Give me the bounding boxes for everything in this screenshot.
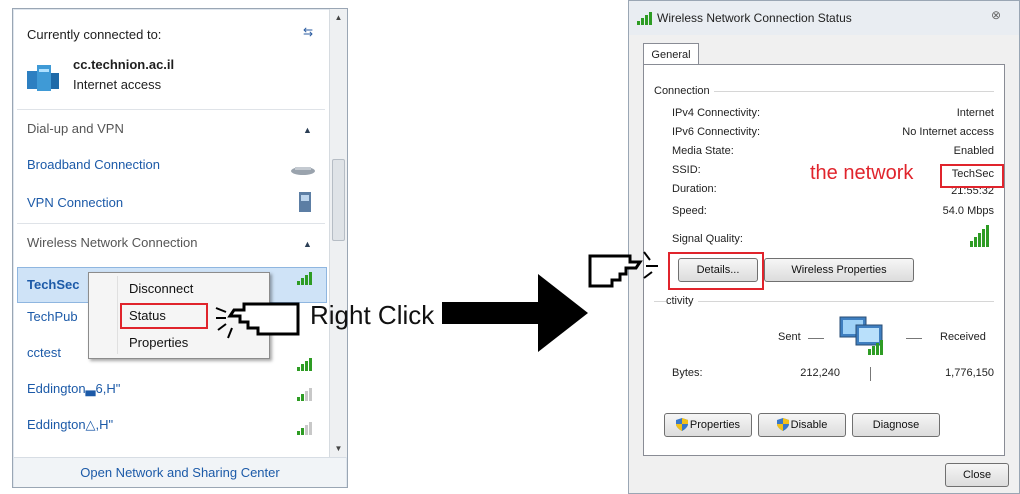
bytes-sent-value: 212,240 — [800, 367, 840, 379]
modem-icon — [289, 163, 317, 180]
pointing-hand-icon — [214, 290, 306, 353]
network-icon — [25, 59, 65, 95]
disable-button[interactable]: Disable — [758, 413, 846, 437]
collapse-dialup-icon[interactable]: ▲ — [303, 125, 312, 135]
network-name[interactable]: Eddington▃6,H" — [27, 381, 120, 397]
close-window-icon[interactable]: ⊗ — [981, 7, 1011, 25]
broadband-connection[interactable]: Broadband Connection — [27, 157, 160, 172]
sent-label: Sent — [778, 331, 801, 343]
divider — [17, 223, 325, 224]
row-label: Speed: — [672, 205, 707, 217]
the-network-annotation: the network — [810, 162, 914, 184]
signal-strength-icon — [297, 387, 317, 401]
section-wireless: Wireless Network Connection — [27, 235, 198, 250]
properties-button[interactable]: Properties — [664, 413, 752, 437]
network-computers-icon — [836, 315, 890, 364]
right-click-annotation: Right Click — [310, 300, 435, 330]
diagnose-button[interactable]: Diagnose — [852, 413, 940, 437]
bytes-label: Bytes: — [672, 367, 703, 379]
arrow-right-icon — [442, 262, 588, 367]
scrollbar[interactable]: ▲ ▼ — [329, 9, 347, 457]
refresh-icon[interactable]: ⇆ — [303, 25, 313, 39]
sent-line — [808, 338, 824, 339]
menu-item-disconnect[interactable]: Disconnect — [129, 281, 193, 296]
pointing-hand-icon — [586, 246, 662, 305]
divider — [17, 109, 325, 110]
status-highlight-box — [120, 303, 208, 329]
network-flyout: Currently connected to: ⇆ cc.technion.ac… — [12, 8, 348, 488]
scroll-up-icon[interactable]: ▲ — [330, 9, 347, 26]
shield-icon — [776, 417, 789, 431]
collapse-wireless-icon[interactable]: ▲ — [303, 239, 312, 249]
received-line — [906, 338, 922, 339]
row-value: Internet — [956, 107, 994, 119]
row-value: No Internet access — [902, 126, 994, 138]
shield-icon — [675, 417, 688, 431]
properties-button-label: Properties — [689, 419, 741, 431]
row-label: IPv4 Connectivity: — [672, 107, 761, 119]
signal-strength-icon — [297, 271, 317, 285]
network-name[interactable]: Eddington△,H" — [27, 417, 113, 433]
group-line — [654, 301, 994, 302]
signal-strength-icon — [297, 357, 317, 371]
scroll-thumb[interactable] — [332, 159, 345, 241]
details-highlight-box — [668, 252, 764, 290]
received-label: Received — [940, 331, 986, 343]
row-value: Enabled — [953, 145, 994, 157]
menu-gutter — [117, 276, 118, 354]
ssid-highlight-box — [940, 164, 1004, 188]
scroll-down-icon[interactable]: ▼ — [330, 440, 347, 457]
row-label: Media State: — [672, 145, 734, 157]
row-value: 54.0 Mbps — [942, 205, 994, 217]
row-label: Duration: — [672, 183, 717, 195]
wireless-signal-icon — [637, 11, 655, 28]
section-dialup-vpn: Dial-up and VPN — [27, 121, 124, 136]
disable-button-label: Disable — [790, 419, 828, 431]
connected-network-status: Internet access — [73, 77, 162, 92]
connected-header: Currently connected to: — [27, 27, 162, 42]
vpn-icon — [297, 191, 313, 216]
network-name[interactable]: cctest — [27, 345, 61, 360]
open-network-sharing-center-link[interactable]: Open Network and Sharing Center — [14, 457, 346, 487]
close-button[interactable]: Close — [945, 463, 1009, 487]
connection-group-label: Connection — [654, 85, 714, 97]
connected-network-name: cc.technion.ac.il — [73, 57, 175, 72]
signal-strength-icon — [297, 421, 317, 435]
row-label: IPv6 Connectivity: — [672, 126, 761, 138]
dialog-title: Wireless Network Connection Status — [657, 11, 852, 25]
row-label: SSID: — [672, 164, 701, 176]
bytes-received-value: 1,776,150 — [945, 367, 994, 379]
status-dialog: Wireless Network Connection Status ⊗ Gen… — [628, 0, 1020, 494]
menu-item-properties[interactable]: Properties — [129, 335, 188, 350]
vpn-connection[interactable]: VPN Connection — [27, 195, 123, 210]
tab-general[interactable]: General — [643, 43, 699, 66]
wireless-properties-button[interactable]: Wireless Properties — [764, 258, 914, 282]
network-name[interactable]: TechPub — [27, 309, 78, 324]
activity-group-label: ctivity — [666, 295, 698, 307]
signal-quality-icon — [970, 225, 992, 250]
signal-quality-label: Signal Quality: — [672, 233, 743, 245]
network-name[interactable]: TechSec — [27, 277, 80, 292]
